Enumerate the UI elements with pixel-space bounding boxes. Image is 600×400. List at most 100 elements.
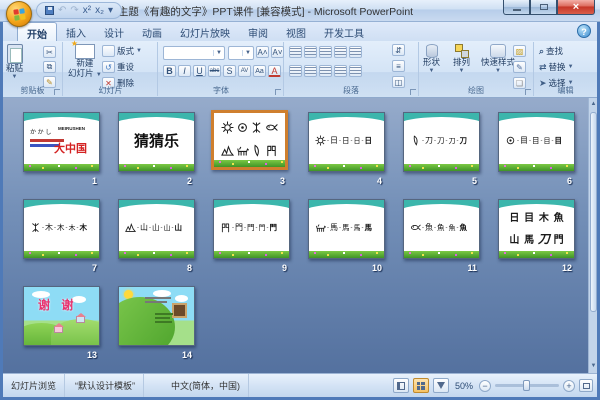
slide-thumbnail-11[interactable]: -魚 -魚 -魚 -魚	[403, 199, 480, 259]
superscript-icon[interactable]: x²	[83, 5, 91, 16]
copy-button[interactable]: ⧉	[43, 61, 56, 73]
decrease-indent-button[interactable]	[319, 46, 332, 58]
slide-thumbnail-2[interactable]: 猜猜乐	[118, 112, 195, 172]
increase-indent-button[interactable]	[334, 46, 347, 58]
slide-thumbnail-14[interactable]	[118, 286, 195, 346]
align-left-button[interactable]	[289, 65, 302, 77]
grass-graphic	[404, 164, 479, 171]
tab-design[interactable]: 设计	[95, 22, 133, 41]
slide-thumbnail-13[interactable]: 谢 谢	[23, 286, 100, 346]
find-button[interactable]: ⌕ 查找	[539, 45, 563, 57]
clipboard-dialog-launcher[interactable]	[54, 89, 60, 95]
reset-button[interactable]: ↺ 重设	[102, 61, 134, 73]
scroll-up-icon[interactable]: ▲	[589, 98, 597, 111]
character-evolution-row: -馬 -馬 -馬 -馬	[315, 222, 381, 233]
layout-button[interactable]: 版式 ▼	[102, 45, 142, 57]
paste-button[interactable]: 粘贴 ▼	[6, 44, 23, 81]
align-text-button[interactable]: ≡	[392, 60, 405, 72]
tab-slideshow[interactable]: 幻灯片放映	[171, 22, 239, 41]
subscript-icon[interactable]: x₂	[95, 5, 104, 16]
new-slide-button[interactable]: 新建 幻灯片 ▼	[68, 39, 102, 79]
status-bar: 幻灯片浏览 “默认设计模板” 中文(简体，中国) 50% − +	[3, 373, 597, 397]
arrange-button[interactable]: 排列 ▼	[453, 44, 470, 75]
scrollbar-thumb[interactable]	[590, 112, 597, 312]
redo-icon[interactable]: ↷	[70, 5, 78, 16]
fit-to-window-button[interactable]	[579, 379, 593, 392]
undo-icon[interactable]: ↶	[58, 5, 66, 16]
grow-font-button[interactable]: A˄	[256, 46, 269, 58]
slide-number: 5	[471, 176, 477, 186]
slide-thumbnail-9[interactable]: -門 -門 -門 -門	[213, 199, 290, 259]
slide-number: 13	[86, 350, 97, 360]
font-color-button[interactable]: A	[268, 65, 281, 77]
close-button[interactable]: ×	[557, 0, 595, 15]
slide-thumbnail-6[interactable]: -目 -目 -目 -目	[498, 112, 575, 172]
minimize-button[interactable]	[503, 0, 530, 15]
scroll-down-icon[interactable]: ▼	[589, 360, 597, 373]
help-icon[interactable]: ?	[577, 24, 591, 38]
zoom-slider[interactable]	[495, 380, 559, 391]
slide-thumbnail-10[interactable]: -馬 -馬 -馬 -馬	[308, 199, 385, 259]
slide-sorter-view-button[interactable]	[412, 378, 429, 393]
numbering-button[interactable]	[304, 46, 317, 58]
font-size-combo[interactable]: ▼	[228, 46, 254, 60]
paragraph-dialog-launcher[interactable]	[410, 89, 416, 95]
font-dialog-launcher[interactable]	[275, 89, 281, 95]
slide-thumbnail-5[interactable]: -刀 -刀 -刀 -刀	[403, 112, 480, 172]
bullets-button[interactable]	[289, 46, 302, 58]
italic-button[interactable]: I	[178, 65, 191, 77]
office-button[interactable]	[6, 1, 32, 27]
slide-sorter-pane[interactable]: か か し MEIRUSHEN 大中国 1 猜猜乐 2 3 - 日 - 日 - …	[3, 98, 597, 373]
font-name-combo[interactable]: ▼	[163, 46, 225, 60]
zoom-out-button[interactable]: −	[479, 379, 491, 392]
language-status[interactable]: 中文(简体，中国)	[163, 374, 249, 397]
strikethrough-button[interactable]: abc	[208, 65, 221, 77]
save-icon[interactable]	[45, 6, 54, 15]
zoom-level-label[interactable]: 50%	[455, 381, 473, 391]
design-template-status[interactable]: “默认设计模板”	[67, 374, 144, 397]
zoom-in-button[interactable]: +	[563, 379, 575, 392]
change-case-button[interactable]: Aa	[253, 65, 266, 77]
slide-thumbnail-7[interactable]: -木 -木 -木 -木	[23, 199, 100, 259]
slide-thumbnail-4[interactable]: -日 -日 -日 -日	[308, 112, 385, 172]
tab-developer[interactable]: 开发工具	[315, 22, 373, 41]
text-shadow-button[interactable]: S	[223, 65, 236, 77]
tab-view[interactable]: 视图	[277, 22, 315, 41]
replace-button[interactable]: ⇄ 替换 ▼	[539, 61, 574, 73]
align-right-button[interactable]	[319, 65, 332, 77]
shapes-button[interactable]: 形状 ▼	[423, 44, 440, 75]
columns-button[interactable]	[349, 65, 362, 77]
align-center-button[interactable]	[304, 65, 317, 77]
zoom-slider-thumb[interactable]	[523, 380, 530, 391]
shape-fill-button[interactable]: ▨	[513, 45, 526, 57]
arrange-icon	[454, 44, 469, 58]
bold-button[interactable]: B	[163, 65, 176, 77]
grass-graphic	[214, 251, 289, 258]
qat-more-icon[interactable]: ▾	[108, 5, 113, 16]
underline-button[interactable]: U	[193, 65, 206, 77]
slide-thumbnail-3-selected[interactable]	[211, 110, 288, 170]
vertical-scrollbar[interactable]: ▲ ▼	[588, 98, 597, 373]
character-spacing-button[interactable]: AV	[238, 65, 251, 77]
slide-thumbnail-12[interactable]: 日目 木魚 山馬 刀 門	[498, 199, 575, 259]
fish-pictograph-icon	[410, 224, 421, 231]
maximize-button[interactable]	[530, 0, 557, 15]
shape-outline-button[interactable]: ✎	[513, 61, 526, 73]
grass-graphic	[119, 164, 194, 171]
mountain-pictograph-icon	[125, 223, 136, 232]
line-spacing-button[interactable]	[349, 46, 362, 58]
shrink-font-button[interactable]: A˅	[271, 46, 284, 58]
drawing-dialog-launcher[interactable]	[525, 89, 531, 95]
justify-button[interactable]	[334, 65, 347, 77]
slide-thumbnail-8[interactable]: -山 -山 -山 -山	[118, 199, 195, 259]
tab-animations[interactable]: 动画	[133, 22, 171, 41]
normal-view-button[interactable]	[392, 378, 409, 393]
tab-review[interactable]: 审阅	[239, 22, 277, 41]
slideshow-view-button[interactable]	[432, 378, 449, 393]
text-direction-button[interactable]: ⇵	[392, 44, 405, 56]
quick-styles-button[interactable]: 快速样式 ▼	[481, 44, 515, 75]
knife-pictograph-icon	[413, 135, 418, 146]
slide-thumbnail-1[interactable]: か か し MEIRUSHEN 大中国	[23, 112, 100, 172]
grass-graphic	[404, 251, 479, 258]
cut-button[interactable]: ✂	[43, 46, 56, 58]
